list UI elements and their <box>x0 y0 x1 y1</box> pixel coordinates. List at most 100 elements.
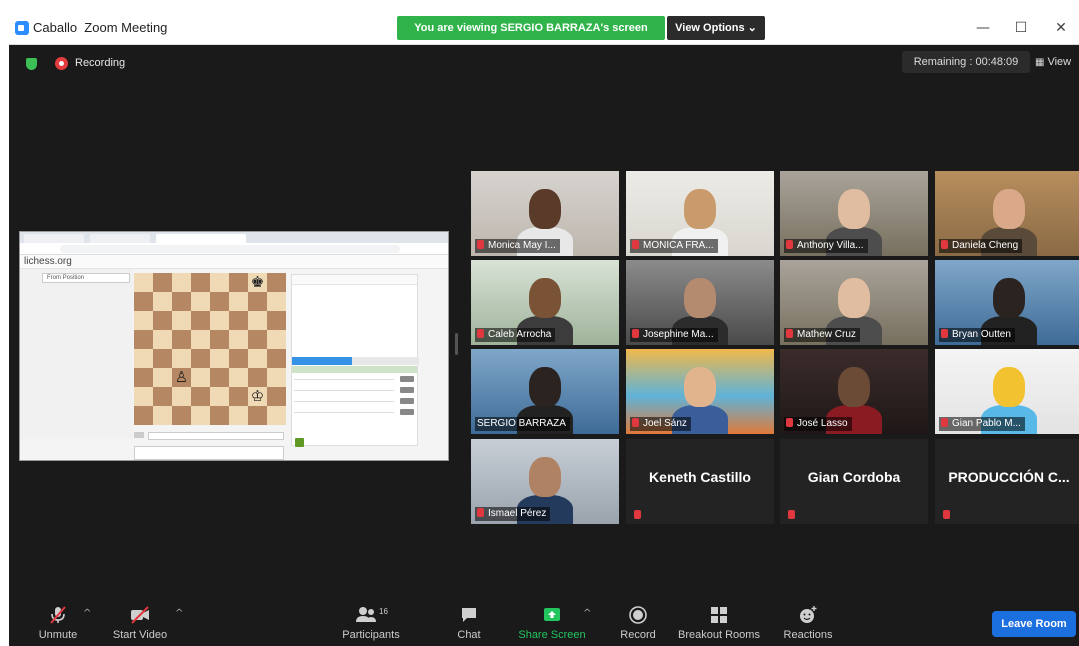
analysis-controls <box>291 438 418 448</box>
analysis-tabs <box>292 357 419 365</box>
minimize-button[interactable]: — <box>973 18 993 38</box>
participant-face <box>993 367 1025 407</box>
video-tile[interactable]: MONICA FRA... <box>626 171 774 256</box>
chess-square <box>248 292 267 311</box>
chess-square <box>267 330 286 349</box>
video-tile[interactable]: Gian Pablo M... <box>935 349 1079 434</box>
recording-label: Recording <box>75 57 126 69</box>
chat-icon <box>462 608 476 622</box>
chess-square <box>267 406 286 425</box>
video-caret-icon[interactable]: ^ <box>175 608 183 619</box>
muted-mic-icon <box>632 329 639 338</box>
browser-tab <box>24 234 84 243</box>
fen-row <box>134 432 284 440</box>
chess-square <box>267 292 286 311</box>
video-tile[interactable]: Caleb Arrocha <box>471 260 619 345</box>
video-tile[interactable]: Ismael Pérez <box>471 439 619 524</box>
video-tile[interactable]: SERGIO BARRAZA <box>471 349 619 434</box>
participant-name: Anthony Villa... <box>797 240 864 251</box>
view-button[interactable]: ▦ View <box>1035 51 1079 73</box>
chess-square <box>248 406 267 425</box>
video-tile[interactable]: Anthony Villa... <box>780 171 928 256</box>
muted-mic-icon <box>477 508 484 517</box>
meeting-toolbar: Unmute ^ Start Video ^ 16 Participants C… <box>9 598 1079 646</box>
participant-name: SERGIO BARRAZA <box>477 418 566 429</box>
maximize-button[interactable]: ☐ <box>1011 18 1031 38</box>
participant-name-tag: Joel Sánz <box>630 417 691 431</box>
participant-name: Mathew Cruz <box>797 329 856 340</box>
record-button[interactable]: Record <box>611 598 665 646</box>
record-label: Record <box>620 629 656 641</box>
participants-button[interactable]: 16 Participants <box>331 598 411 646</box>
chess-square <box>134 311 153 330</box>
participant-name: Keneth Castillo <box>649 469 751 485</box>
chess-square <box>210 406 229 425</box>
chess-piece-square: ♔ <box>248 387 267 406</box>
muted-mic-icon <box>786 329 793 338</box>
chess-square <box>191 311 210 330</box>
chess-square <box>248 330 267 349</box>
chess-square <box>210 387 229 406</box>
video-off-tile[interactable]: Keneth Castillo <box>626 439 774 524</box>
participant-count: 16 <box>379 607 388 616</box>
video-tile[interactable]: Josephine Ma... <box>626 260 774 345</box>
splitter-handle[interactable] <box>455 333 458 355</box>
video-tile[interactable]: Joel Sánz <box>626 349 774 434</box>
chess-square <box>210 368 229 387</box>
close-button[interactable]: ✕ <box>1051 18 1071 38</box>
chess-square <box>134 406 153 425</box>
video-tile[interactable]: Bryan Outten <box>935 260 1079 345</box>
start-video-button[interactable]: Start Video <box>101 598 179 646</box>
chess-square <box>248 311 267 330</box>
participant-name-tag: Ismael Pérez <box>475 507 551 521</box>
video-tile[interactable]: Mathew Cruz <box>780 260 928 345</box>
encryption-shield-icon[interactable] <box>26 58 37 70</box>
breakout-rooms-button[interactable]: Breakout Rooms <box>671 598 767 646</box>
chess-square <box>191 273 210 292</box>
participant-name-tag: José Lasso <box>784 417 852 431</box>
video-tile[interactable]: José Lasso <box>780 349 928 434</box>
pgn-row <box>134 446 284 460</box>
browser-tab <box>90 234 150 243</box>
video-tile[interactable]: Monica May I... <box>471 171 619 256</box>
video-off-tile[interactable]: PRODUCCIÓN C... <box>935 439 1079 524</box>
chess-square <box>134 368 153 387</box>
zoom-app-icon <box>15 21 29 35</box>
muted-mic-icon <box>788 510 795 519</box>
view-options-button[interactable]: View Options ⌄ <box>667 16 765 40</box>
chat-button[interactable]: Chat <box>447 598 491 646</box>
share-screen-button[interactable]: Share Screen <box>509 598 595 646</box>
grid-view-icon: ▦ <box>1035 57 1045 68</box>
share-screen-label: Share Screen <box>518 629 586 641</box>
chess-square <box>191 330 210 349</box>
participant-name: Caleb Arrocha <box>488 329 552 340</box>
muted-mic-icon <box>632 240 639 249</box>
chess-square <box>229 330 248 349</box>
chess-square <box>229 406 248 425</box>
participant-name-tag: Anthony Villa... <box>784 239 868 253</box>
chess-square <box>153 349 172 368</box>
participant-face <box>684 278 716 318</box>
video-tile[interactable]: Daniela Cheng <box>935 171 1079 256</box>
unmute-button[interactable]: Unmute <box>23 598 93 646</box>
leave-room-button[interactable]: Leave Room <box>992 611 1076 637</box>
muted-mic-icon <box>477 329 484 338</box>
window-title: Caballo Zoom Meeting <box>33 20 168 35</box>
reactions-button[interactable]: Reactions <box>775 598 841 646</box>
chess-square <box>229 368 248 387</box>
chess-square <box>172 292 191 311</box>
participants-icon: 16 <box>356 607 388 622</box>
site-header: lichess.org <box>20 255 448 269</box>
chess-piece-square: ♙ <box>172 368 191 387</box>
view-label: View <box>1047 56 1072 68</box>
breakout-rooms-icon <box>711 607 727 623</box>
analysis-row <box>294 401 394 402</box>
video-off-tile[interactable]: Gian Cordoba <box>780 439 928 524</box>
muted-mic-icon <box>50 606 66 624</box>
muted-mic-icon <box>943 510 950 519</box>
chess-square <box>229 292 248 311</box>
audio-caret-icon[interactable]: ^ <box>83 608 91 619</box>
shared-screen[interactable]: lichess.org From Position ♚ ♙ ♔ <box>19 231 449 461</box>
position-select: From Position <box>42 273 130 283</box>
share-caret-icon[interactable]: ^ <box>583 608 591 619</box>
